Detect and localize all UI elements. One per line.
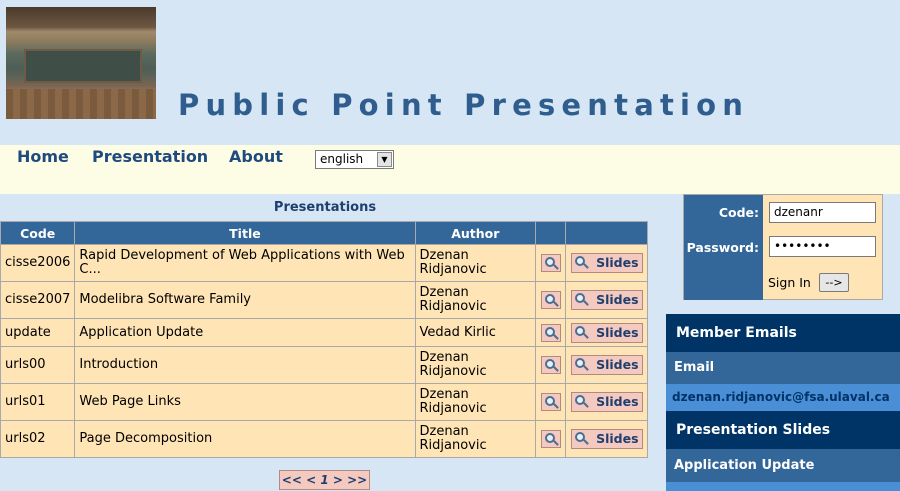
nav-home[interactable]: Home xyxy=(17,147,69,166)
login-label-spacer xyxy=(684,265,763,300)
table-row: cisse2007 Modelibra Software Family Dzen… xyxy=(0,281,648,319)
slides-button[interactable]: Slides xyxy=(570,322,643,343)
cell-author: Dzenan Ridjanovic xyxy=(414,420,537,458)
presentations-table: Code Title Author cisse2006 Rapid Develo… xyxy=(0,221,648,458)
signin-label: Sign In xyxy=(768,275,811,290)
code-label: Code: xyxy=(684,195,763,231)
cell-title: Introduction xyxy=(74,346,416,384)
cell-title: Rapid Development of Web Applications wi… xyxy=(74,244,416,282)
cell-view xyxy=(535,346,567,384)
magnifier-icon[interactable] xyxy=(540,430,561,448)
cell-slides: Slides xyxy=(565,318,648,347)
cell-view xyxy=(535,318,567,347)
code-input[interactable]: dzenanr xyxy=(769,202,876,223)
member-emails-header: Member Emails xyxy=(666,314,900,352)
cell-code: urls00 xyxy=(0,346,76,384)
sidebar: Code: dzenanr Password: •••••••• Sign In… xyxy=(666,194,900,491)
slides-button[interactable]: Slides xyxy=(570,290,643,310)
pagination-control[interactable]: << < 1 > >> xyxy=(279,470,370,490)
cell-title: Page Decomposition xyxy=(74,420,416,458)
slides-button[interactable]: Slides xyxy=(570,355,643,375)
nav-presentation[interactable]: Presentation xyxy=(92,147,208,166)
floor-image xyxy=(6,89,156,119)
site-title: Public Point Presentation xyxy=(178,88,750,122)
header-photo xyxy=(6,7,156,119)
cell-author: Dzenan Ridjanovic xyxy=(414,244,537,282)
cell-title: Application Update xyxy=(74,318,416,347)
magnifier-icon[interactable] xyxy=(540,291,561,309)
slides-button[interactable]: Slides xyxy=(570,253,643,273)
table-row: cisse2006 Rapid Development of Web Appli… xyxy=(0,244,648,282)
column-header-code[interactable]: Code xyxy=(0,221,76,245)
password-label: Password: xyxy=(684,231,763,265)
table-row: urls01 Web Page Links Dzenan Ridjanovic … xyxy=(0,383,648,421)
cell-slides: Slides xyxy=(565,281,648,319)
slide-link-application-update[interactable]: Application Update xyxy=(666,449,900,482)
cell-slides: Slides xyxy=(565,346,648,384)
cell-code: cisse2006 xyxy=(0,244,76,282)
cell-view xyxy=(535,244,567,282)
login-form: Code: dzenanr Password: •••••••• Sign In… xyxy=(683,194,883,300)
cell-slides: Slides xyxy=(565,383,648,421)
cell-title: Modelibra Software Family xyxy=(74,281,416,319)
cell-code: urls02 xyxy=(0,420,76,458)
language-select[interactable]: english ▼ xyxy=(315,150,394,169)
main-menu: Home Presentation About english ▼ xyxy=(0,145,900,194)
table-header-row: Code Title Author xyxy=(0,221,648,245)
magnifier-icon[interactable] xyxy=(540,254,561,272)
cell-view xyxy=(535,281,567,319)
cell-code: urls01 xyxy=(0,383,76,421)
language-value: english xyxy=(320,152,364,166)
site-header: Public Point Presentation xyxy=(0,0,900,145)
cell-code: cisse2007 xyxy=(0,281,76,319)
magnifier-icon[interactable] xyxy=(540,356,561,374)
slides-button[interactable]: Slides xyxy=(570,392,643,412)
main-content: Presentations Code Title Author cisse200… xyxy=(0,194,666,491)
blackboard-image xyxy=(24,49,142,83)
table-row: urls02 Page Decomposition Dzenan Ridjano… xyxy=(0,420,648,458)
column-header-author[interactable]: Author xyxy=(414,221,537,245)
cell-view xyxy=(535,383,567,421)
chevron-down-icon[interactable]: ▼ xyxy=(377,152,392,167)
column-header-slides xyxy=(565,221,648,245)
cell-view xyxy=(535,420,567,458)
cell-author: Dzenan Ridjanovic xyxy=(414,346,537,384)
signin-button[interactable]: --> xyxy=(819,273,849,292)
table-row: update Application Update Vedad Kirlic S… xyxy=(0,318,648,347)
cell-code: update xyxy=(0,318,76,347)
presentation-slides-header: Presentation Slides xyxy=(666,411,900,449)
cell-author: Dzenan Ridjanovic xyxy=(414,383,537,421)
cell-title: Web Page Links xyxy=(74,383,416,421)
cell-slides: Slides xyxy=(565,244,648,282)
password-input[interactable]: •••••••• xyxy=(769,236,876,257)
nav-about[interactable]: About xyxy=(229,147,283,166)
magnifier-icon[interactable] xyxy=(540,323,561,342)
table-caption: Presentations xyxy=(273,200,377,215)
table-row: urls00 Introduction Dzenan Ridjanovic Sl… xyxy=(0,346,648,384)
cell-author: Dzenan Ridjanovic xyxy=(414,281,537,319)
email-column-header: Email xyxy=(666,352,900,384)
cell-author: Vedad Kirlic xyxy=(414,318,537,347)
member-email-link[interactable]: dzenan.ridjanovic@fsa.ulaval.ca xyxy=(666,384,900,411)
sidebar-next-item xyxy=(666,482,900,491)
column-header-title[interactable]: Title xyxy=(74,221,416,245)
cell-slides: Slides xyxy=(565,420,648,458)
slides-button[interactable]: Slides xyxy=(570,429,643,449)
magnifier-icon[interactable] xyxy=(540,393,561,411)
column-header-view xyxy=(535,221,567,245)
